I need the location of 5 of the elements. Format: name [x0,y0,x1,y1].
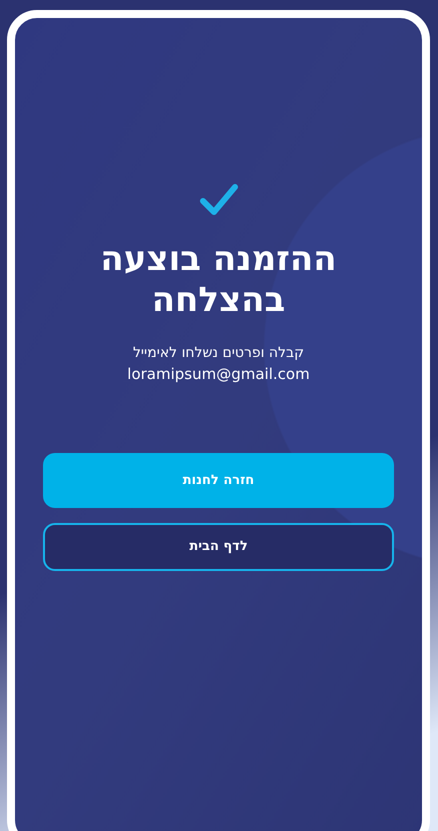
home-page-button[interactable]: לדף הבית [43,522,394,571]
success-title: ההזמנה בוצעה בהצלחה [99,239,338,321]
receipt-message: קבלה ופרטים נשלחו לאימייל [132,344,304,361]
email-address: loramipsum@gmail.com [127,364,310,383]
checkmark-icon [198,183,238,217]
